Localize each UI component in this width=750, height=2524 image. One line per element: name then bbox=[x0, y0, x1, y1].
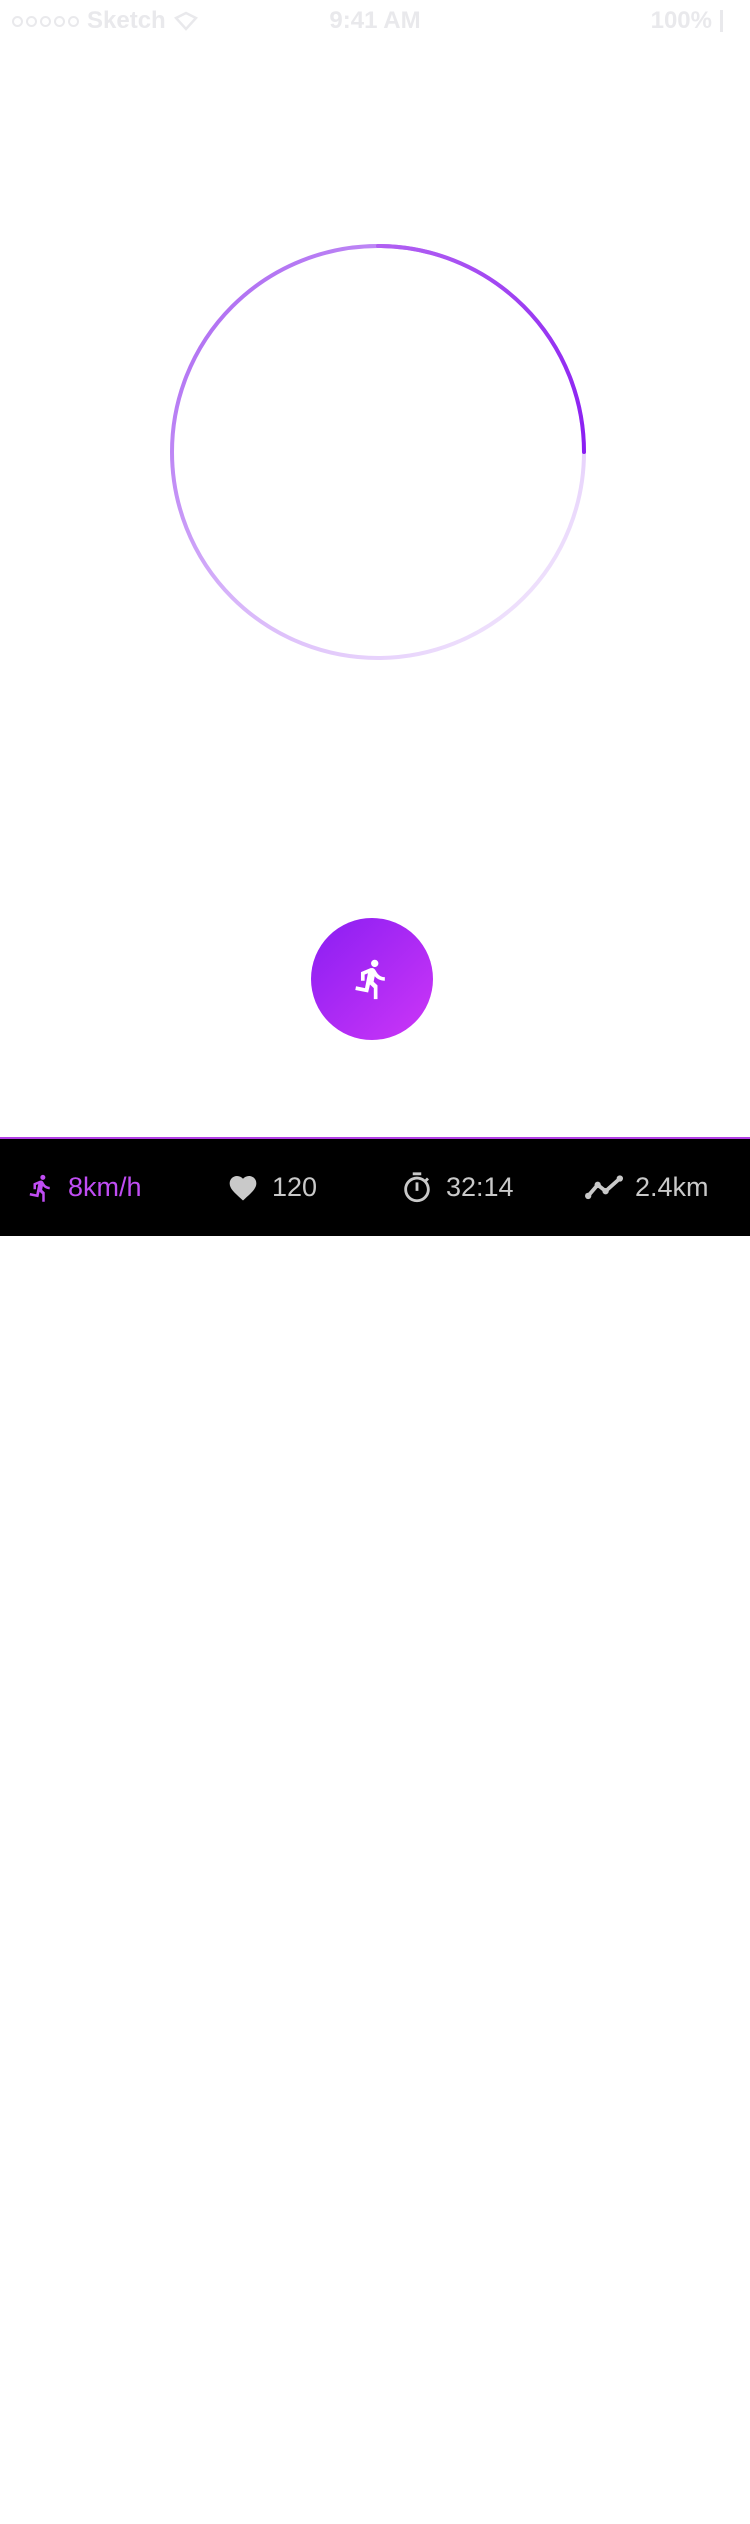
battery-percentage: 100% bbox=[650, 7, 712, 34]
running-person-icon bbox=[29, 1174, 50, 1202]
progress-ring-arc bbox=[376, 244, 586, 454]
trend-line-icon bbox=[585, 1174, 623, 1199]
status-right: 100% bbox=[651, 7, 732, 35]
battery-icon bbox=[720, 10, 732, 32]
running-person-icon bbox=[355, 959, 385, 1000]
speed-value: 8km/h bbox=[68, 1172, 142, 1202]
stat-heart-rate[interactable]: 120 bbox=[226, 1139, 317, 1236]
stopwatch-icon bbox=[404, 1171, 430, 1202]
heart-icon bbox=[229, 1175, 257, 1200]
progress-ring-track bbox=[170, 244, 586, 660]
distance-value: 2.4km bbox=[635, 1172, 709, 1202]
duration-value: 32:14 bbox=[446, 1172, 514, 1202]
stat-speed[interactable]: 8km/h bbox=[26, 1139, 142, 1236]
status-time: 9:41 AM bbox=[329, 7, 421, 34]
start-run-button[interactable] bbox=[311, 918, 433, 1040]
heart-rate-value: 120 bbox=[272, 1172, 318, 1202]
progress-ring bbox=[170, 244, 586, 660]
stat-duration[interactable]: 32:14 bbox=[400, 1139, 514, 1236]
status-bar: Sketch 9:41 AM 100% bbox=[0, 0, 750, 40]
stat-distance[interactable]: 2.4km bbox=[585, 1139, 709, 1236]
stats-bar: 8km/h 120 32:14 2.4km bbox=[0, 1137, 750, 1236]
